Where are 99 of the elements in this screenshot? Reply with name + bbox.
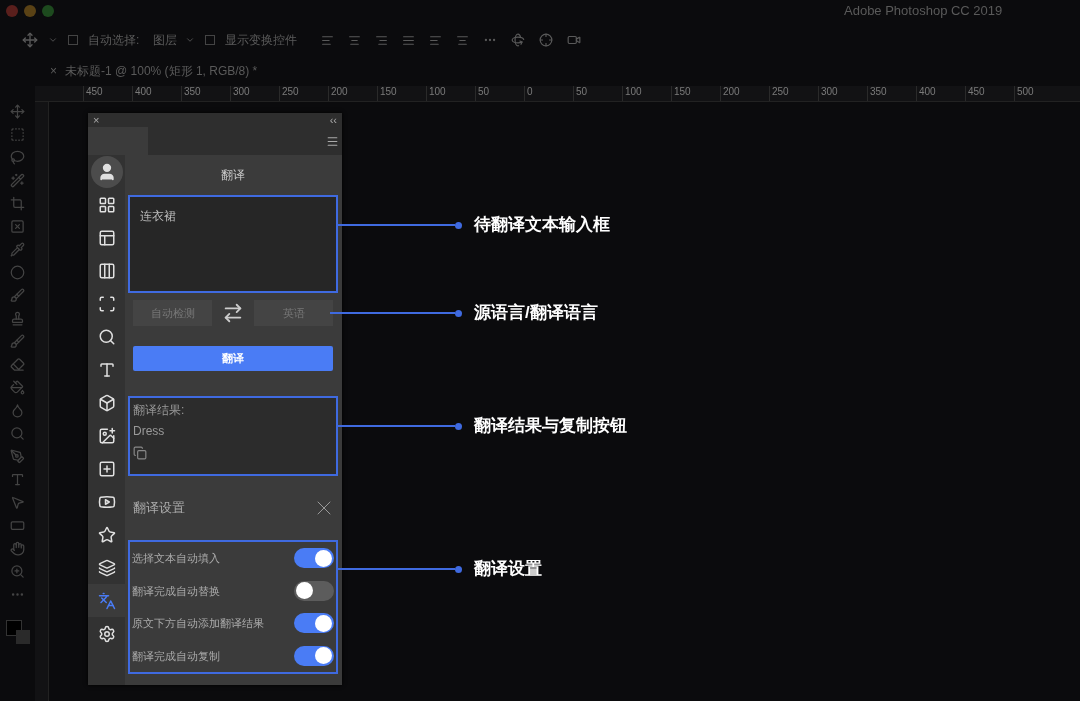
swap-icon[interactable] xyxy=(222,302,244,324)
auto-select-label: 自动选择: xyxy=(88,32,140,49)
window-title: Adobe Photoshop CC 2019 xyxy=(844,2,1003,21)
setting-label: 翻译完成自动复制 xyxy=(132,648,220,664)
pen-icon[interactable] xyxy=(10,449,25,464)
close-tab-button[interactable]: × xyxy=(50,62,57,80)
checkbox[interactable] xyxy=(205,35,216,45)
crosshair-icon[interactable] xyxy=(539,33,554,47)
annotation-label: 待翻译文本输入框 xyxy=(474,215,610,235)
settings-icon xyxy=(97,624,116,643)
eyedropper-icon[interactable] xyxy=(10,242,25,257)
paint-bucket-icon[interactable] xyxy=(10,380,25,395)
copy-icon[interactable] xyxy=(133,446,147,460)
ruler-label: 400 xyxy=(919,86,936,97)
move-tool-icon[interactable] xyxy=(22,32,38,48)
ruler-label: 350 xyxy=(870,86,887,97)
align-icon[interactable] xyxy=(321,33,335,47)
setting-label: 原文下方自动添加翻译结果 xyxy=(132,616,264,631)
collapse-button[interactable]: ‹‹ xyxy=(329,114,337,126)
camera-icon[interactable] xyxy=(567,33,582,47)
minimize-window-button[interactable] xyxy=(24,5,36,17)
eraser-icon[interactable] xyxy=(10,357,25,372)
ruler-label: 350 xyxy=(184,86,201,97)
search-icon xyxy=(97,327,116,346)
ruler-label: 250 xyxy=(772,86,789,97)
align-icon[interactable] xyxy=(402,33,416,47)
brush-icon[interactable] xyxy=(10,288,25,303)
ruler-label: 300 xyxy=(821,86,838,97)
ruler-label: 200 xyxy=(331,86,348,97)
circle-icon[interactable] xyxy=(10,265,25,280)
move-icon[interactable] xyxy=(10,104,25,119)
translate-icon xyxy=(97,591,116,610)
ruler-label: 300 xyxy=(233,86,250,97)
cube-icon xyxy=(97,393,116,412)
menu-icon[interactable] xyxy=(326,134,339,148)
setting-label: 选择文本自动填入 xyxy=(132,551,220,566)
star-icon xyxy=(97,525,116,544)
ruler-label: 250 xyxy=(282,86,299,97)
toggle-switch[interactable] xyxy=(294,645,334,666)
plus-icon xyxy=(97,459,116,478)
setting-label: 翻译完成自动替换 xyxy=(132,583,220,599)
annotation-label: 翻译设置 xyxy=(474,559,542,579)
ruler-label: 450 xyxy=(968,86,985,97)
ruler-label: 150 xyxy=(674,86,691,97)
result-label: 翻译结果: xyxy=(133,402,186,419)
text-icon xyxy=(97,360,116,379)
brush-icon[interactable] xyxy=(10,334,25,349)
source-text-field[interactable]: 连衣裙 xyxy=(128,195,338,293)
checkbox[interactable] xyxy=(68,35,78,45)
stamp-icon[interactable] xyxy=(10,311,25,326)
align-icon[interactable] xyxy=(375,33,389,47)
translate-button[interactable]: 翻译 xyxy=(133,346,333,371)
droplet-icon[interactable] xyxy=(10,403,25,418)
maximize-window-button[interactable] xyxy=(42,5,54,17)
caret-icon[interactable] xyxy=(48,35,58,45)
panel-close-button[interactable]: × xyxy=(93,114,100,126)
crop-icon[interactable] xyxy=(10,196,25,211)
grid-icon xyxy=(97,195,116,214)
close-window-button[interactable] xyxy=(6,5,18,17)
frame-icon[interactable] xyxy=(10,219,25,234)
caret-icon xyxy=(185,35,196,45)
color-swatches[interactable] xyxy=(5,620,30,644)
toggle-switch[interactable] xyxy=(294,613,334,634)
rotate-3d-icon[interactable] xyxy=(511,33,526,47)
ruler-label: 50 xyxy=(478,86,490,97)
ruler-label: 200 xyxy=(723,86,740,97)
annotation-label: 源语言/翻译语言 xyxy=(474,303,598,323)
result-text: Dress xyxy=(133,423,166,440)
layer-dropdown[interactable]: 图层 xyxy=(153,31,196,49)
ruler-label: 0 xyxy=(527,86,533,97)
marquee-icon[interactable] xyxy=(10,127,25,142)
image-icon xyxy=(97,426,116,445)
settings-title: 翻译设置 xyxy=(133,499,185,518)
pointer-icon[interactable] xyxy=(10,495,25,510)
zoom-icon[interactable] xyxy=(10,564,25,579)
show-transform-label: 显示变换控件 xyxy=(225,32,298,49)
frame-icon xyxy=(97,294,116,313)
ruler-label: 400 xyxy=(135,86,152,97)
document-tab[interactable]: 未标题-1 @ 100% (矩形 1, RGB/8) * xyxy=(65,62,258,80)
ruler-label: 450 xyxy=(86,86,103,97)
hand-icon[interactable] xyxy=(10,541,25,556)
annotation-label: 翻译结果与复制按钮 xyxy=(474,416,627,436)
toggle-switch[interactable] xyxy=(294,580,334,601)
lasso-icon[interactable] xyxy=(10,150,25,165)
magnifier-icon[interactable] xyxy=(10,426,25,441)
type-icon[interactable] xyxy=(10,472,25,487)
magic-wand-icon[interactable] xyxy=(10,173,25,188)
toggle-switch[interactable] xyxy=(294,548,334,569)
rectangle-icon[interactable] xyxy=(10,518,25,533)
layout-icon xyxy=(97,228,116,247)
columns-icon xyxy=(97,261,116,280)
layers-icon xyxy=(97,558,116,577)
ruler-label: 500 xyxy=(1017,86,1034,97)
panel-title: 翻译 xyxy=(221,167,245,184)
ruler-label: 100 xyxy=(429,86,446,97)
ruler-label: 150 xyxy=(380,86,397,97)
ruler-label: 50 xyxy=(576,86,588,97)
align-icon[interactable] xyxy=(348,33,362,47)
ruler-label: 100 xyxy=(625,86,642,97)
